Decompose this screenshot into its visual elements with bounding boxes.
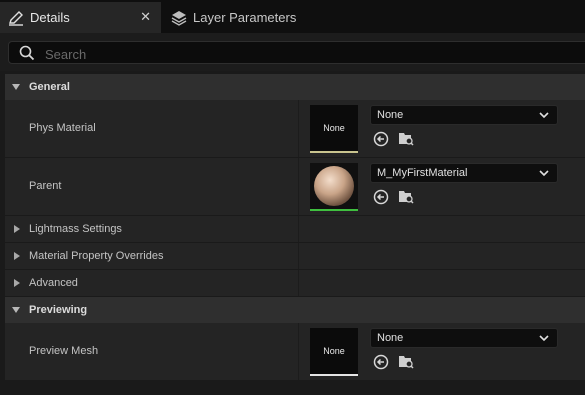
browse-folder-icon[interactable]: [398, 188, 414, 204]
tab-layer-parameters[interactable]: Layer Parameters: [163, 2, 323, 33]
parent-value: M_MyFirstMaterial: [377, 167, 468, 179]
tab-bar: Details ✕ Layer Parameters: [0, 0, 585, 33]
property-preview-mesh: Preview Mesh None None: [5, 323, 585, 381]
property-lightmass-settings[interactable]: Lightmass Settings: [5, 216, 585, 243]
tab-details-label: Details: [30, 10, 70, 25]
chevron-right-icon: [14, 225, 20, 233]
search-icon: [19, 45, 35, 61]
preview-mesh-dropdown[interactable]: None: [370, 328, 558, 348]
collapse-arrow-icon: [12, 307, 20, 313]
section-general-label: General: [29, 81, 70, 93]
pencil-icon: [9, 10, 23, 26]
search-input[interactable]: [43, 44, 567, 64]
chevron-down-icon: [539, 170, 549, 177]
use-selected-icon[interactable]: [373, 189, 389, 205]
parent-material-thumbnail[interactable]: [310, 163, 358, 211]
browse-folder-icon[interactable]: [398, 130, 414, 146]
chevron-right-icon: [14, 279, 20, 287]
chevron-right-icon: [14, 252, 20, 260]
property-advanced[interactable]: Advanced: [5, 270, 585, 297]
layers-icon: [171, 10, 187, 26]
material-sphere-icon: [314, 166, 354, 206]
browse-folder-icon[interactable]: [398, 353, 414, 369]
parent-label: Parent: [29, 180, 62, 192]
chevron-down-icon: [539, 112, 549, 119]
preview-mesh-thumb-text: None: [323, 346, 345, 356]
section-general[interactable]: General: [5, 74, 585, 100]
section-previewing-label: Previewing: [29, 304, 88, 316]
preview-mesh-thumbnail[interactable]: None: [310, 328, 358, 376]
advanced-label: Advanced: [29, 277, 78, 289]
material-overrides-label: Material Property Overrides: [29, 250, 164, 262]
property-phys-material: Phys Material None None: [5, 100, 585, 158]
section-previewing[interactable]: Previewing: [5, 297, 585, 323]
preview-mesh-label: Preview Mesh: [29, 345, 99, 357]
phys-material-label: Phys Material: [29, 122, 96, 134]
lightmass-settings-label: Lightmass Settings: [29, 223, 122, 235]
close-icon[interactable]: ✕: [140, 9, 151, 25]
property-parent: Parent M_MyFirstMaterial: [5, 158, 585, 216]
details-panel: General Phys Material None None Parent: [0, 33, 585, 395]
tab-details[interactable]: Details ✕: [0, 2, 161, 33]
phys-material-dropdown[interactable]: None: [370, 105, 558, 125]
parent-dropdown[interactable]: M_MyFirstMaterial: [370, 163, 558, 183]
tab-layer-parameters-label: Layer Parameters: [193, 10, 297, 25]
search-box[interactable]: [8, 41, 585, 64]
phys-material-value: None: [377, 109, 404, 121]
use-selected-icon[interactable]: [373, 131, 389, 147]
phys-material-thumbnail[interactable]: None: [310, 105, 358, 153]
use-selected-icon[interactable]: [373, 354, 389, 370]
phys-material-thumb-text: None: [323, 123, 345, 133]
property-material-overrides[interactable]: Material Property Overrides: [5, 243, 585, 270]
preview-mesh-value: None: [377, 332, 404, 344]
chevron-down-icon: [539, 335, 549, 342]
collapse-arrow-icon: [12, 84, 20, 90]
search-row: [0, 33, 585, 71]
